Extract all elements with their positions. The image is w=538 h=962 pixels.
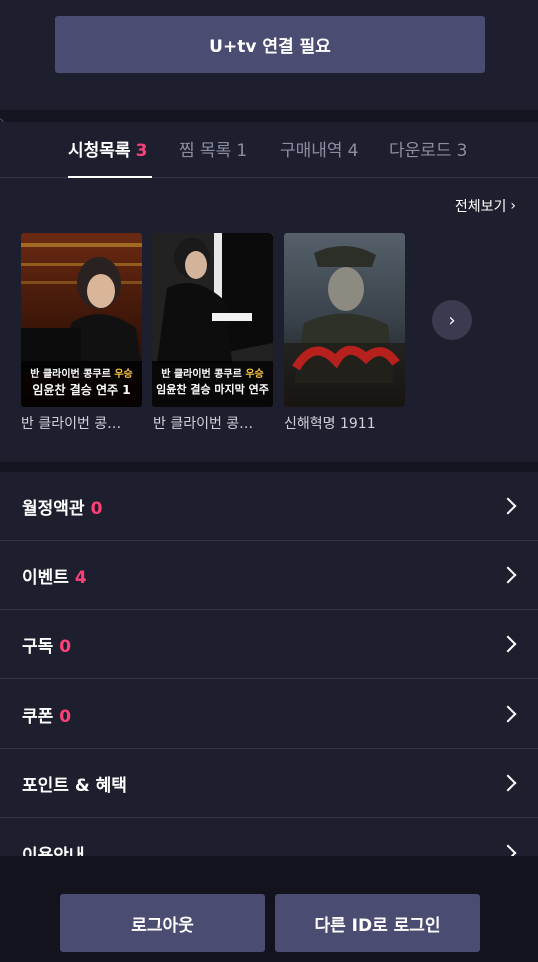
poster-subtitle: 임윤찬 결승 연주 1	[32, 383, 131, 397]
content-poster-1[interactable]: 반 클라이번 콩쿠르 우승 임윤찬 결승 연주 1	[21, 233, 142, 407]
menu-item-event[interactable]: 이벤트 4	[0, 541, 538, 610]
menu-item-label: 쿠폰 0	[22, 706, 72, 727]
menu-item-label: 월정액관 0	[22, 498, 103, 519]
utv-connect-button[interactable]: U+tv 연결 필요	[55, 16, 485, 73]
content-title: 신해혁명 1911	[284, 416, 376, 432]
chevron-right-icon	[499, 635, 517, 653]
chevron-right-icon: ›	[510, 198, 516, 214]
section-divider	[0, 462, 538, 472]
chevron-right-icon	[499, 566, 517, 584]
poster-caption: 반 클라이번 콩쿠르 우승	[30, 369, 133, 380]
content-poster-3[interactable]	[284, 233, 405, 407]
menu-item-label: 이벤트 4	[22, 567, 87, 588]
poster-image	[284, 233, 405, 407]
top-section: U+tv 연결 필요	[0, 0, 538, 110]
library-tabs: 시청목록 3 찜 목록 1 구매내역 4 다운로드 3	[0, 122, 538, 178]
menu-list: 월정액관 0 이벤트 4 구독 0 쿠폰 0 포인트 & 혜택 이용안내	[0, 472, 538, 862]
tab-count: 1	[236, 141, 248, 161]
tab-label: 시청목록	[68, 141, 131, 161]
view-all-label: 전체보기	[454, 199, 507, 215]
view-all-link[interactable]: 전체보기 ›	[455, 196, 516, 216]
tab-count: 3	[456, 141, 468, 161]
tab-purchases[interactable]: 구매내역 4	[280, 136, 358, 161]
content-poster-2[interactable]: 반 클라이번 콩쿠르 우승 임윤찬 결승 마지막 연주	[152, 233, 273, 407]
menu-item-monthly[interactable]: 월정액관 0	[0, 472, 538, 541]
tab-count: 3	[135, 141, 148, 161]
tab-wishlist[interactable]: 찜 목록 1	[179, 136, 247, 161]
chevron-right-icon	[499, 497, 517, 515]
tab-label: 찜 목록	[179, 141, 232, 161]
tab-label: 구매내역	[280, 141, 343, 161]
carousel-next-button[interactable]: ›	[432, 300, 472, 340]
tab-watch-history[interactable]: 시청목록 3	[68, 136, 147, 161]
logout-button[interactable]: 로그아웃	[60, 894, 265, 952]
chevron-right-icon: ›	[448, 309, 456, 331]
content-title: 반 클라이번 콩…	[153, 416, 254, 432]
chevron-right-icon	[499, 705, 517, 723]
bottom-bar: 로그아웃 다른 ID로 로그인	[0, 856, 538, 962]
chevron-right-icon	[499, 774, 517, 792]
library-section: 시청목록 3 찜 목록 1 구매내역 4 다운로드 3 전체보기 › 반 클라이…	[0, 122, 538, 462]
tab-count: 4	[347, 141, 359, 161]
menu-item-label: 포인트 & 혜택	[22, 775, 127, 796]
tab-label: 다운로드	[389, 141, 452, 161]
menu-item-subscription[interactable]: 구독 0	[0, 610, 538, 679]
menu-item-points[interactable]: 포인트 & 혜택	[0, 749, 538, 818]
menu-item-coupon[interactable]: 쿠폰 0	[0, 680, 538, 749]
content-title: 반 클라이번 콩…	[21, 416, 122, 432]
menu-item-label: 구독 0	[22, 636, 72, 657]
switch-account-button[interactable]: 다른 ID로 로그인	[275, 894, 480, 952]
section-divider	[0, 110, 538, 122]
poster-subtitle: 임윤찬 결승 마지막 연주	[156, 383, 269, 396]
active-tab-indicator	[68, 176, 152, 178]
tab-downloads[interactable]: 다운로드 3	[389, 136, 467, 161]
poster-caption: 반 클라이번 콩쿠르 우승	[161, 369, 264, 380]
